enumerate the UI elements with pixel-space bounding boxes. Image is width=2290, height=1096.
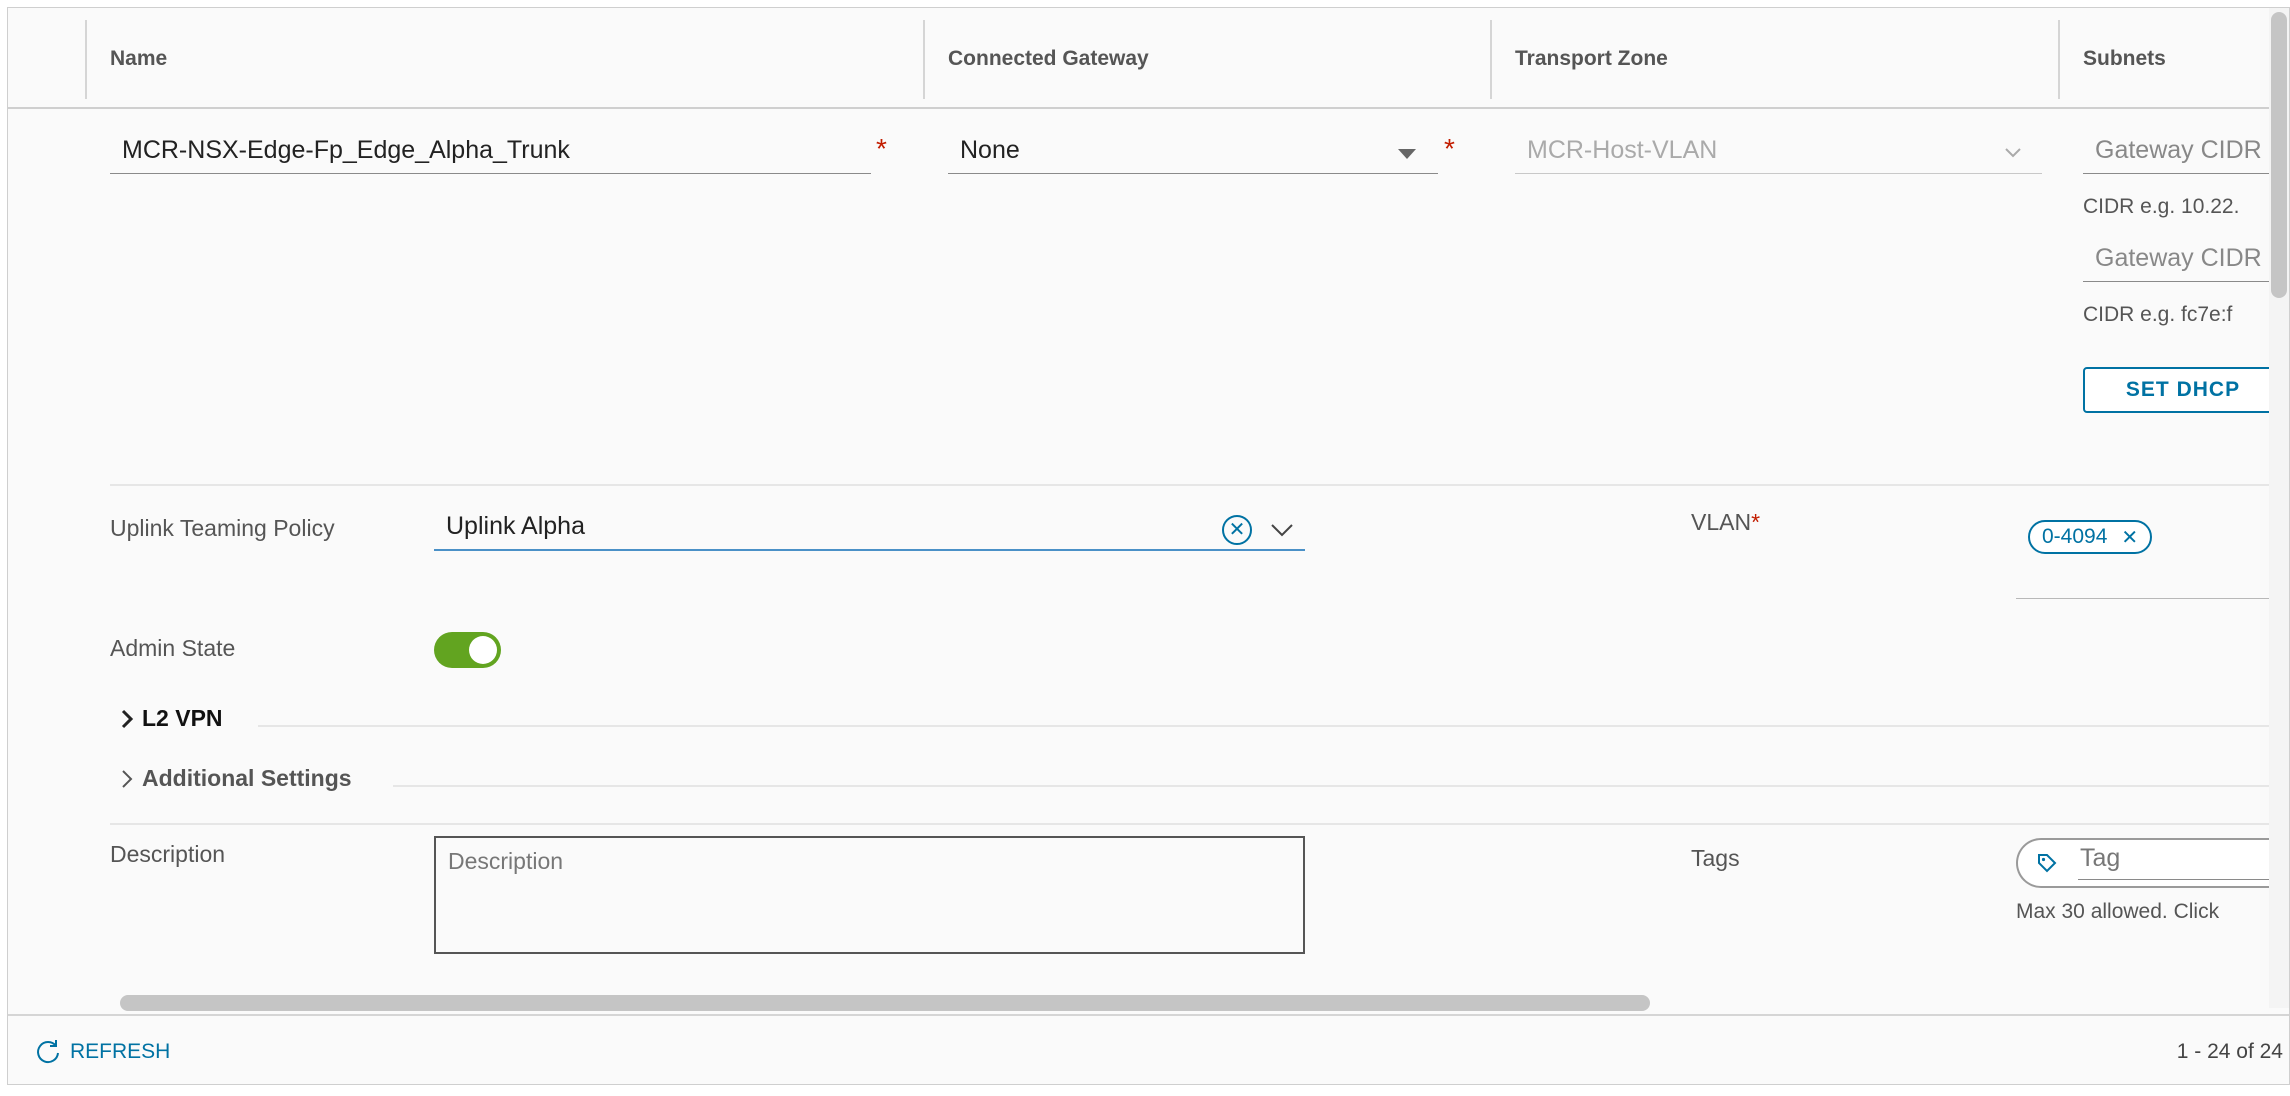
chevron-right-icon	[121, 709, 134, 728]
column-separator[interactable]	[1490, 20, 1492, 99]
column-header-name[interactable]: Name	[110, 8, 167, 109]
tag-icon	[2038, 854, 2057, 873]
vlan-range-value: 0-4094	[2042, 525, 2108, 548]
table-footer: REFRESH 1 - 24 of 24	[8, 1014, 2289, 1084]
tag-input[interactable]: Tag	[2016, 838, 2286, 888]
tags-label: Tags	[1691, 845, 1740, 871]
divider	[110, 823, 2270, 825]
column-separator[interactable]	[2058, 20, 2060, 99]
description-label: Description	[110, 841, 226, 867]
divider	[110, 484, 2270, 486]
column-header-connected-gateway[interactable]: Connected Gateway	[948, 8, 1149, 109]
ipv6-cidr-hint: CIDR e.g. fc7e:f	[2083, 303, 2233, 326]
data-grid: Name Connected Gateway Transport Zone Su…	[7, 7, 2290, 1085]
l2-vpn-expander[interactable]: L2 VPN	[120, 705, 223, 732]
ipv4-gateway-cidr-placeholder: Gateway CIDR	[2095, 136, 2262, 164]
column-header-subnets[interactable]: Subnets	[2083, 8, 2166, 109]
vlan-label-text: VLAN	[1691, 509, 1752, 535]
chevron-down-icon	[2005, 148, 2021, 158]
remove-icon[interactable]: ✕	[2121, 525, 2138, 550]
required-asterisk: *	[876, 133, 887, 164]
admin-state-toggle[interactable]	[434, 632, 501, 668]
description-placeholder: Description	[448, 848, 564, 874]
name-input[interactable]: MCR-NSX-Edge-Fp_Edge_Alpha_Trunk	[110, 128, 871, 174]
ipv6-gateway-cidr-placeholder: Gateway CIDR	[2095, 244, 2262, 272]
uplink-teaming-policy-value: Uplink Alpha	[446, 511, 585, 540]
table-header: Name Connected Gateway Transport Zone Su…	[8, 8, 2289, 109]
chevron-right-icon	[122, 769, 133, 788]
required-asterisk: *	[1444, 133, 1455, 164]
ipv4-cidr-hint: CIDR e.g. 10.22.	[2083, 195, 2240, 218]
clear-icon[interactable]: ✕	[1222, 515, 1252, 545]
uplink-teaming-policy-select[interactable]: Uplink Alpha	[434, 503, 1305, 551]
column-separator[interactable]	[923, 20, 925, 99]
tag-input-underline	[2078, 879, 2286, 880]
transport-zone-select: MCR-Host-VLAN	[1515, 128, 2042, 174]
column-header-transport-zone[interactable]: Transport Zone	[1515, 8, 1668, 109]
divider	[393, 785, 2270, 787]
connected-gateway-value: None	[960, 136, 1020, 164]
l2-vpn-label: L2 VPN	[142, 705, 223, 731]
ipv4-gateway-cidr-input[interactable]: Gateway CIDR	[2083, 128, 2283, 174]
horizontal-scrollbar[interactable]	[120, 995, 1650, 1011]
additional-settings-label: Additional Settings	[142, 765, 352, 791]
admin-state-label: Admin State	[110, 635, 236, 661]
vlan-range-pill[interactable]: 0-4094 ✕	[2028, 520, 2153, 554]
vertical-scrollbar[interactable]	[2271, 12, 2287, 298]
additional-settings-expander[interactable]: Additional Settings	[120, 765, 352, 792]
set-dhcp-button[interactable]: SET DHCP	[2083, 367, 2283, 413]
refresh-button[interactable]: REFRESH	[34, 1016, 171, 1084]
description-textarea[interactable]: Description	[434, 836, 1305, 954]
refresh-label: REFRESH	[70, 1040, 171, 1063]
tags-hint: Max 30 allowed. Click	[2016, 900, 2220, 923]
toggle-knob	[469, 636, 497, 664]
caret-down-icon[interactable]	[1398, 149, 1416, 159]
vlan-input-underline	[2016, 598, 2276, 599]
transport-zone-value: MCR-Host-VLAN	[1527, 136, 1718, 164]
uplink-teaming-policy-label: Uplink Teaming Policy	[110, 515, 335, 541]
column-separator	[85, 20, 87, 99]
vertical-scrollbar-track[interactable]	[2269, 8, 2289, 1008]
tag-placeholder: Tag	[2080, 844, 2121, 872]
divider	[258, 725, 2270, 727]
vlan-label: VLAN*	[1691, 509, 1760, 536]
required-asterisk: *	[1751, 509, 1761, 535]
pagination-info: 1 - 24 of 24	[2176, 1040, 2283, 1063]
edit-row: MCR-NSX-Edge-Fp_Edge_Alpha_Trunk * None …	[8, 111, 2289, 996]
chevron-down-icon[interactable]	[1270, 523, 1294, 537]
ipv6-gateway-cidr-input[interactable]: Gateway CIDR	[2083, 236, 2283, 282]
connected-gateway-select[interactable]: None	[948, 128, 1438, 174]
refresh-icon	[37, 1040, 59, 1064]
